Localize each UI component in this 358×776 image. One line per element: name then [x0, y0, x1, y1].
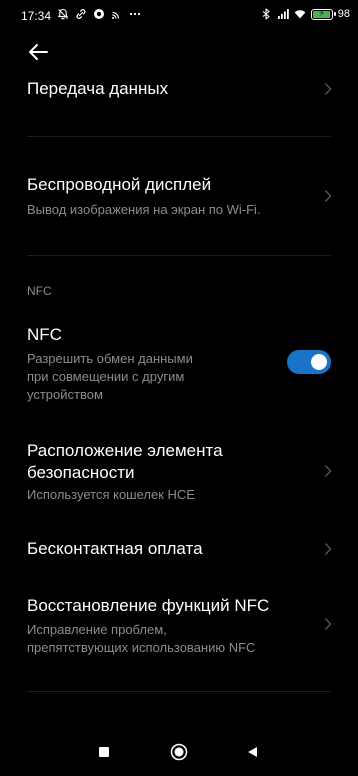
item-title: Бесконтактная оплата: [27, 539, 203, 558]
recents-square-icon[interactable]: [98, 746, 110, 758]
chevron-right-icon: [324, 543, 332, 555]
item-title: Расположение элемента безопасности: [27, 441, 223, 482]
navigation-bar: [0, 730, 358, 776]
settings-item-data-transfer[interactable]: Передача данных: [0, 78, 358, 102]
item-subtitle: Используется кошелек HCE: [27, 487, 195, 502]
cast-icon: [112, 11, 120, 19]
item-title: Беспроводной дисплей: [27, 175, 212, 194]
divider: [27, 136, 331, 137]
item-subtitle: Исправление проблем, препятствующих испо…: [27, 622, 256, 655]
settings-item-secure-element[interactable]: Расположение элемента безопасности Испол…: [0, 440, 358, 506]
settings-item-wireless-display[interactable]: Беспроводной дисплей Вывод изображения н…: [0, 174, 358, 220]
vpn-icon: [94, 9, 104, 19]
item-subtitle: Разрешить обмен данными при совмещении с…: [27, 351, 193, 402]
chevron-right-icon: [324, 618, 332, 630]
bluetooth-icon: [262, 8, 270, 20]
battery-charging-icon: ⚡: [318, 9, 325, 18]
item-subtitle: Вывод изображения на экран по Wi-Fi.: [27, 202, 261, 217]
item-title: NFC: [27, 325, 62, 344]
more-dots-icon: [129, 12, 141, 16]
status-time: 17:34: [21, 9, 52, 23]
divider: [27, 691, 331, 692]
battery-percent: 98: [337, 8, 350, 20]
toggle-knob: [311, 354, 327, 370]
home-circle-icon[interactable]: [170, 743, 188, 761]
status-bar: 17:34 ⚡ 98: [0, 0, 358, 30]
nfc-toggle[interactable]: [287, 350, 331, 374]
divider: [27, 255, 331, 256]
settings-item-contactless-payment[interactable]: Бесконтактная оплата: [0, 538, 358, 562]
item-title: Передача данных: [27, 79, 169, 98]
battery-icon: ⚡: [310, 8, 336, 20]
signal-icon: [277, 9, 289, 19]
mute-notifications-icon: [57, 8, 69, 20]
item-title: Восстановление функций NFC: [27, 596, 270, 615]
chevron-right-icon: [324, 83, 332, 95]
chevron-right-icon: [324, 465, 332, 477]
settings-item-nfc-recovery[interactable]: Восстановление функций NFC Исправление п…: [0, 595, 358, 659]
back-triangle-icon[interactable]: [246, 746, 258, 758]
wifi-icon: [294, 10, 306, 19]
link-icon: [76, 9, 86, 19]
section-header-nfc: NFC: [27, 284, 52, 298]
chevron-right-icon: [324, 190, 332, 202]
back-arrow-icon[interactable]: [26, 40, 52, 64]
